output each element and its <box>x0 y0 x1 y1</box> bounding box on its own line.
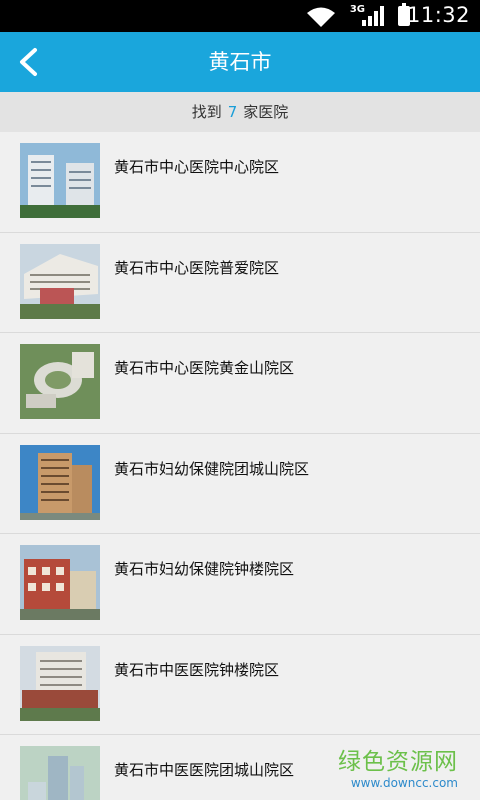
hospital-photo <box>20 243 100 319</box>
page-title: 黄石市 <box>208 50 272 74</box>
watermark-url: www.downcc.com <box>350 776 458 790</box>
hospital-name: 黄石市中医医院钟楼院区 <box>114 660 280 679</box>
hospital-name: 黄石市中心医院中心院区 <box>114 158 280 176</box>
hospital-item[interactable]: 黄石市中心医院黄金山院区 <box>0 333 480 434</box>
hospital-photo <box>20 444 100 520</box>
watermark-title: 绿色资源网 <box>338 749 458 775</box>
status-time: 11:32 <box>406 3 470 27</box>
site-watermark: 绿色资源网 www.downcc.com <box>338 742 458 790</box>
result-count-bar: 找到 7 家医院 <box>0 92 480 132</box>
status-bar: 3G 11:32 <box>0 0 480 32</box>
hospital-photo <box>20 344 100 419</box>
hospital-item[interactable]: 黄石市中医医院钟楼院区 <box>0 634 480 735</box>
count-suffix: 家医院 <box>243 103 289 121</box>
wifi-icon <box>307 7 335 27</box>
hospital-item[interactable]: 黄石市妇幼保健院钟楼院区 <box>0 534 480 635</box>
count-prefix: 找到 <box>191 103 222 121</box>
hospital-name: 黄石市中心医院黄金山院区 <box>114 359 295 377</box>
hospital-photo <box>20 143 100 218</box>
result-count: 7 <box>227 103 238 121</box>
hospital-item[interactable]: 黄石市中心医院中心院区 <box>0 132 480 233</box>
hospital-photo <box>20 545 100 620</box>
hospital-name: 黄石市妇幼保健院团城山院区 <box>114 459 310 478</box>
app-header: 黄石市 <box>0 32 480 92</box>
hospital-item[interactable]: 黄石市中心医院普爱院区 <box>0 232 480 333</box>
signal-icon <box>362 6 384 26</box>
hospital-photo <box>20 645 100 721</box>
hospital-list: 黄石市中心医院中心院区 黄石市中心医院普爱院区 黄石市中心医院黄金山院区 黄石市… <box>0 132 480 800</box>
hospital-name: 黄石市中医医院团城山院区 <box>114 761 295 779</box>
hospital-name: 黄石市中心医院普爱院区 <box>114 258 280 277</box>
hospital-photo <box>20 746 100 800</box>
hospital-item[interactable]: 黄石市妇幼保健院团城山院区 <box>0 433 480 534</box>
hospital-name: 黄石市妇幼保健院钟楼院区 <box>114 560 295 578</box>
